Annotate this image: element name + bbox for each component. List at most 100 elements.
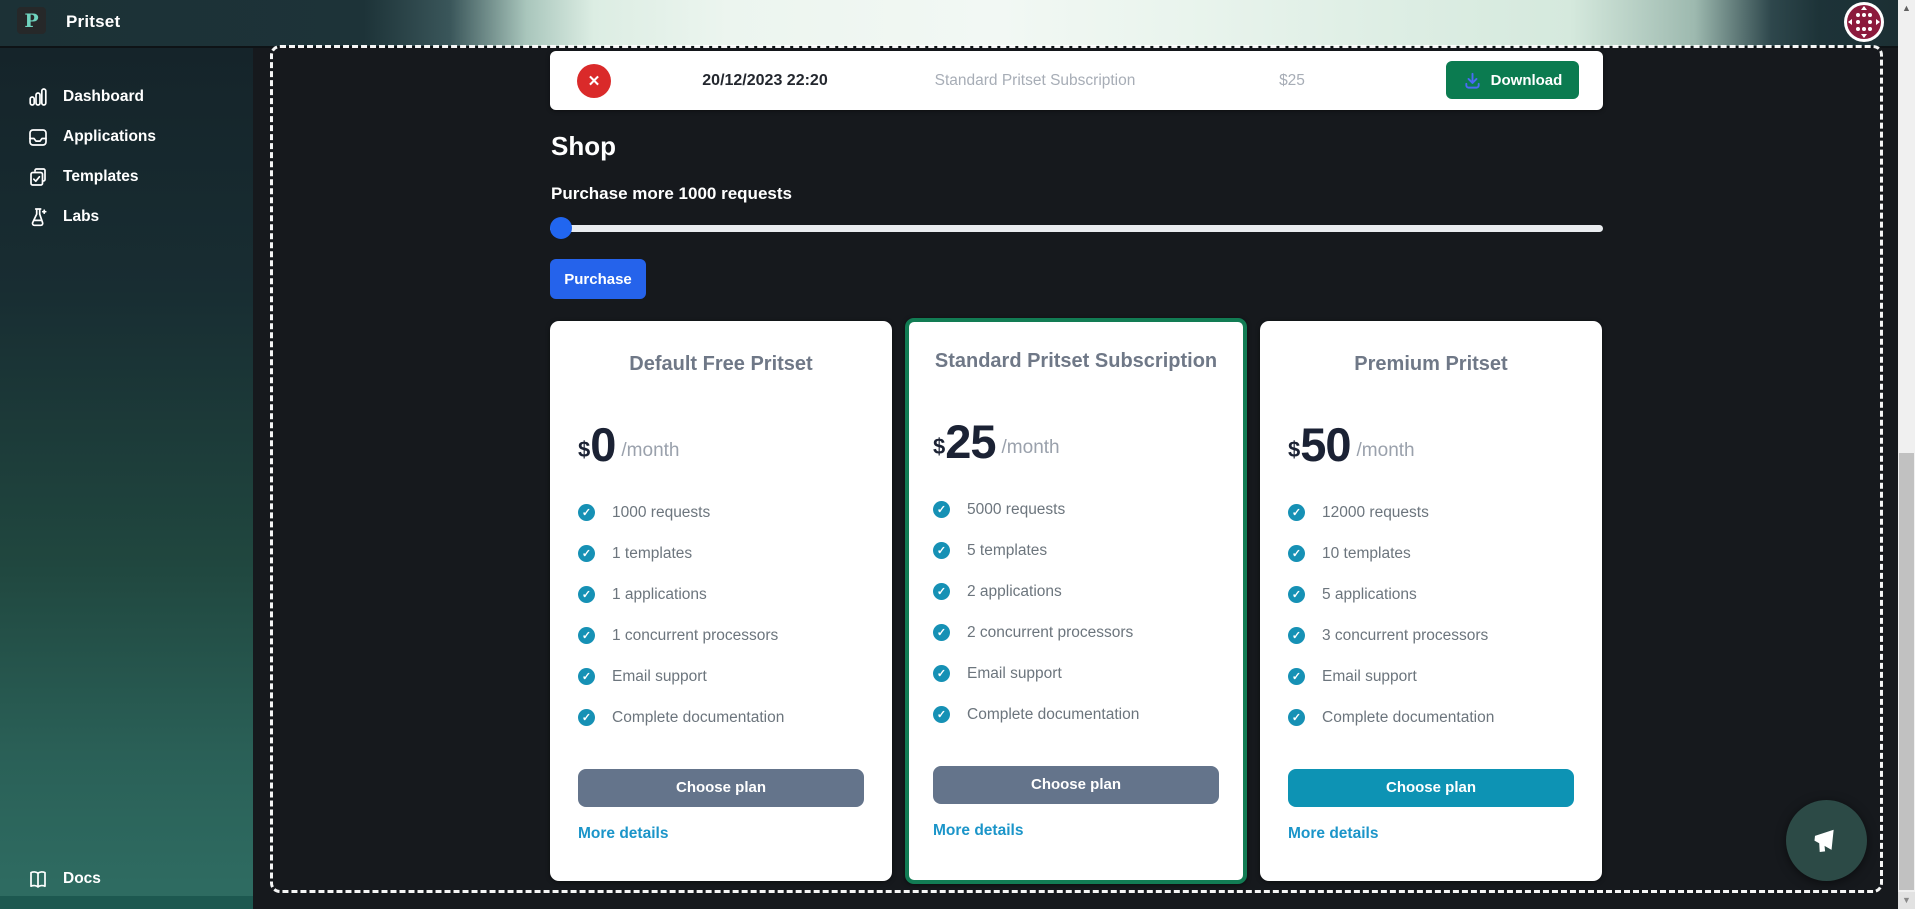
plan-price: $ 50 /month: [1288, 418, 1574, 471]
plan-price: $ 0 /month: [578, 418, 864, 471]
plan-title: Default Free Pritset: [629, 353, 813, 375]
invoice-row: ✕ 20/12/2023 22:20 Standard Pritset Subs…: [550, 51, 1603, 110]
plan-card-standard: Standard Pritset Subscription $ 25 /mont…: [905, 318, 1247, 884]
sidebar-item-applications[interactable]: Applications: [0, 118, 253, 156]
download-button[interactable]: Download: [1446, 61, 1579, 99]
more-details-link[interactable]: More details: [578, 825, 668, 843]
feature-label: 5 templates: [967, 541, 1048, 559]
feature-label: Email support: [1322, 667, 1417, 685]
feature-label: 1000 requests: [612, 503, 711, 521]
scrollbar-thumb[interactable]: [1899, 453, 1914, 890]
feature-item: ✓ Complete documentation: [578, 709, 864, 727]
feature-item: ✓ 12000 requests: [1288, 504, 1574, 522]
sidebar-item-dashboard[interactable]: Dashboard: [0, 78, 253, 116]
feature-item: ✓ 3 concurrent processors: [1288, 627, 1574, 645]
bar-chart-icon: [29, 88, 47, 106]
feature-label: 10 templates: [1322, 544, 1411, 562]
feature-list: ✓ 1000 requests ✓ 1 templates ✓ 1 applicati…: [578, 504, 864, 727]
price-currency: $: [1288, 436, 1301, 462]
feature-item: ✓ 2 applications: [933, 583, 1219, 601]
user-avatar[interactable]: [1843, 1, 1885, 43]
check-circle-icon: ✓: [1288, 709, 1305, 727]
price-period: /month: [621, 439, 680, 461]
feature-label: Complete documentation: [1322, 708, 1495, 726]
price-number: 0: [590, 418, 616, 471]
check-circle-icon: ✓: [1288, 627, 1305, 645]
slider-thumb[interactable]: [550, 217, 572, 239]
check-circle-icon: ✓: [933, 665, 950, 683]
feature-label: 1 concurrent processors: [612, 626, 779, 644]
choose-plan-button[interactable]: Choose plan: [1288, 768, 1574, 807]
plan-title: Premium Pritset: [1354, 353, 1508, 375]
feature-label: Complete documentation: [612, 708, 785, 726]
invoice-product: Standard Pritset Subscription: [934, 72, 1136, 89]
feature-label: Email support: [967, 664, 1062, 682]
download-label: Download: [1490, 71, 1563, 89]
price-period: /month: [1356, 439, 1415, 461]
shop-heading: Shop: [551, 131, 616, 161]
feature-item: ✓ 5 templates: [933, 542, 1219, 560]
invoice-amount: $25: [1279, 72, 1305, 89]
sidebar-item-label: Templates: [63, 168, 139, 185]
feature-item: ✓ 1 applications: [578, 586, 864, 604]
check-circle-icon: ✓: [933, 706, 950, 724]
sidebar-item-docs[interactable]: Docs: [0, 860, 253, 898]
price-number: 50: [1300, 418, 1351, 471]
feature-item: ✓ 1 templates: [578, 545, 864, 563]
feature-item: ✓ Complete documentation: [933, 706, 1219, 724]
choose-plan-button[interactable]: Choose plan: [933, 765, 1219, 804]
check-circle-icon: ✓: [578, 627, 595, 645]
inbox-icon: [29, 129, 47, 146]
feature-list: ✓ 5000 requests ✓ 5 templates ✓ 2 applicati…: [933, 501, 1219, 724]
feature-label: Complete documentation: [967, 705, 1140, 723]
avatar-identicon-icon: [1844, 2, 1884, 42]
sidebar-bottom-strip: [0, 896, 253, 909]
feature-label: 12000 requests: [1322, 503, 1429, 521]
feature-label: 2 applications: [967, 582, 1062, 600]
price-number: 25: [945, 415, 996, 468]
plan-price: $ 25 /month: [933, 415, 1219, 468]
brand-logo[interactable]: P: [17, 7, 46, 34]
sidebar-item-label: Dashboard: [63, 88, 144, 105]
slider-label: Purchase more 1000 requests: [551, 184, 792, 203]
plan-card-default-free: Default Free Pritset $ 0 /month ✓ 1000 re…: [550, 321, 892, 881]
check-circle-icon: ✓: [933, 583, 950, 601]
sidebar-item-templates[interactable]: Templates: [0, 158, 253, 196]
feature-label: 5000 requests: [967, 500, 1066, 518]
purchase-button[interactable]: Purchase: [550, 259, 646, 299]
feature-label: Email support: [612, 667, 707, 685]
check-circle-icon: ✓: [578, 586, 595, 604]
feature-item: ✓ Email support: [578, 668, 864, 686]
app-title[interactable]: Pritset: [66, 12, 120, 32]
vertical-scrollbar: ▲ ▼: [1898, 0, 1915, 909]
feature-item: ✓ 10 templates: [1288, 545, 1574, 563]
check-circle-icon: ✓: [578, 504, 595, 522]
sidebar-item-label: Labs: [63, 208, 100, 225]
check-circle-icon: ✓: [933, 501, 950, 519]
feature-item: ✓ 5000 requests: [933, 501, 1219, 519]
feature-item: ✓ Email support: [933, 665, 1219, 683]
choose-plan-button[interactable]: Choose plan: [578, 768, 864, 807]
check-circle-icon: ✓: [1288, 504, 1305, 522]
pricing-cards: Default Free Pritset $ 0 /month ✓ 1000 re…: [550, 318, 1603, 884]
check-circle-icon: ✓: [1288, 586, 1305, 604]
feature-list: ✓ 12000 requests ✓ 10 templates ✓ 5 applica…: [1288, 504, 1574, 727]
more-details-link[interactable]: More details: [933, 822, 1023, 840]
feature-item: ✓ 2 concurrent processors: [933, 624, 1219, 642]
feature-label: 1 applications: [612, 585, 707, 603]
app-screen: P Pritset Dashboard Applications Templat…: [0, 0, 1915, 909]
requests-slider[interactable]: [550, 217, 1603, 239]
feature-label: 2 concurrent processors: [967, 623, 1134, 641]
plan-card-premium: Premium Pritset $ 50 /month ✓ 12000 reque…: [1260, 321, 1602, 881]
announcements-fab-button[interactable]: [1786, 800, 1867, 881]
check-circle-icon: ✓: [1288, 668, 1305, 686]
sidebar-item-labs[interactable]: Labs: [0, 198, 253, 236]
check-circle-icon: ✓: [578, 709, 595, 727]
scrollbar-up-arrow[interactable]: ▲: [1898, 0, 1915, 17]
more-details-link[interactable]: More details: [1288, 825, 1378, 843]
slider-track[interactable]: [550, 225, 1603, 232]
sidebar: Dashboard Applications Templates Labs Do…: [0, 48, 253, 909]
open-book-icon: [30, 871, 46, 888]
feature-label: 3 concurrent processors: [1322, 626, 1489, 644]
scrollbar-down-arrow[interactable]: ▼: [1898, 892, 1915, 909]
